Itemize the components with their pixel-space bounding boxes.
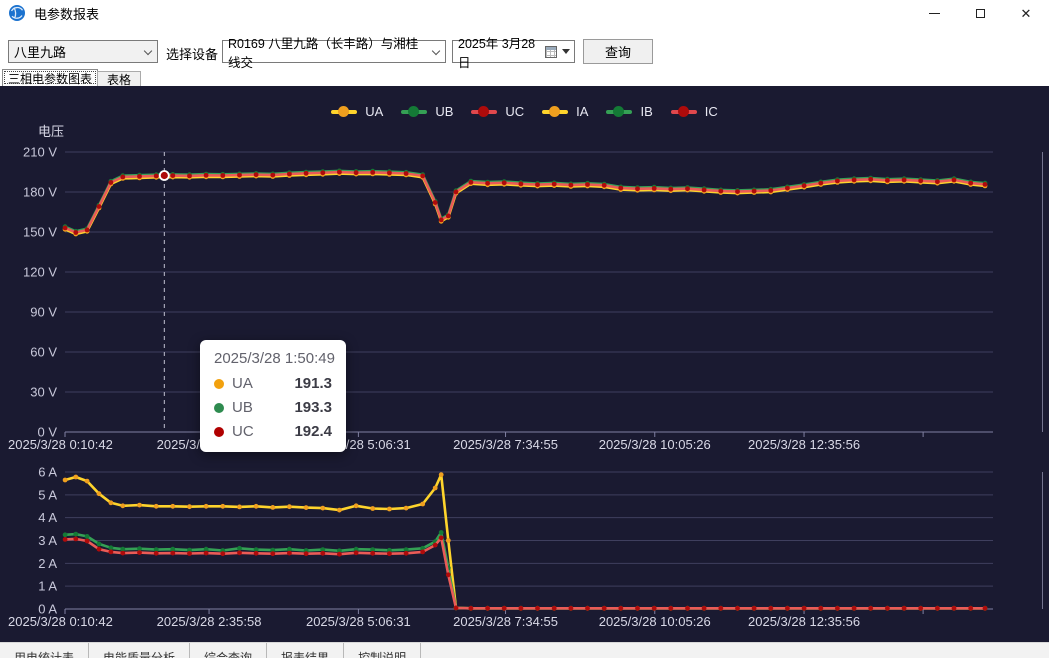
query-button[interactable]: 查询 xyxy=(583,39,653,64)
tooltip-series-name: UB xyxy=(232,399,253,416)
chart-panel: 210 V180 V150 V120 V90 V60 V30 V0 V2025/… xyxy=(0,86,1049,642)
calendar-icon xyxy=(545,46,557,58)
device-combobox[interactable]: R0169 八里九路（长丰路）与湘桂线交 xyxy=(222,40,446,63)
status-strip-item[interactable]: 综合查询 xyxy=(190,643,267,658)
svg-text:90 V: 90 V xyxy=(30,305,57,320)
legend-marker-icon xyxy=(542,110,568,114)
legend-label: UA xyxy=(365,104,383,119)
legend-dot-icon xyxy=(338,106,349,117)
legend-item-UA[interactable]: UA xyxy=(331,104,383,119)
svg-text:120 V: 120 V xyxy=(23,265,57,280)
status-strip-item[interactable]: 报表结果 xyxy=(267,643,344,658)
tooltip-series-value: 193.3 xyxy=(294,399,332,416)
svg-text:2025/3/28 10:05:26: 2025/3/28 10:05:26 xyxy=(599,437,711,452)
svg-text:150 V: 150 V xyxy=(23,225,57,240)
area-combobox[interactable]: 八里九路 xyxy=(8,40,158,63)
title-bar: 电参数报表 ✕ xyxy=(0,0,1049,26)
tab-table[interactable]: 表格 xyxy=(97,71,141,86)
svg-text:60 V: 60 V xyxy=(30,345,57,360)
status-strip-item[interactable]: 电能质量分析 xyxy=(89,643,190,658)
legend-dot-icon xyxy=(408,106,419,117)
device-combobox-value: R0169 八里九路（长丰路）与湘桂线交 xyxy=(228,33,425,71)
tooltip-series-value: 192.4 xyxy=(294,423,332,440)
tooltip-timestamp: 2025/3/28 1:50:49 xyxy=(214,350,332,367)
svg-text:2025/3/28 7:34:55: 2025/3/28 7:34:55 xyxy=(453,437,558,452)
app-window: 电参数报表 ✕ 八里九路 选择设备 R0169 八里九路（长丰路）与湘桂线交 2… xyxy=(0,0,1049,658)
legend-label: IC xyxy=(705,104,718,119)
tooltip-series-name: UA xyxy=(232,375,253,392)
close-button[interactable]: ✕ xyxy=(1003,0,1049,26)
legend-label: IA xyxy=(576,104,588,119)
series-dot-icon xyxy=(214,403,224,413)
maximize-button[interactable] xyxy=(957,0,1003,26)
area-combobox-value: 八里九路 xyxy=(14,42,66,61)
legend-item-UB[interactable]: UB xyxy=(401,104,453,119)
tooltip-row: UA 191.3 xyxy=(214,375,332,392)
minimize-button[interactable] xyxy=(911,0,957,26)
svg-text:2025/3/28 12:35:56: 2025/3/28 12:35:56 xyxy=(748,614,860,629)
status-strip-item[interactable]: 用电统计表 xyxy=(0,643,89,658)
svg-text:3 A: 3 A xyxy=(38,533,57,548)
toolbar: 八里九路 选择设备 R0169 八里九路（长丰路）与湘桂线交 2025年 3月2… xyxy=(0,26,1049,70)
legend-item-IC[interactable]: IC xyxy=(671,104,718,119)
legend-marker-icon xyxy=(671,110,697,114)
tab-three-phase-chart[interactable]: 三相电参数图表 xyxy=(2,69,98,86)
status-strip-item[interactable]: 控制说明 xyxy=(344,643,421,658)
legend-dot-icon xyxy=(678,106,689,117)
svg-text:1 A: 1 A xyxy=(38,579,57,594)
svg-text:2025/3/28 5:06:31: 2025/3/28 5:06:31 xyxy=(306,614,411,629)
date-picker[interactable]: 2025年 3月28日 xyxy=(452,40,575,63)
svg-text:5 A: 5 A xyxy=(38,487,57,502)
svg-text:30 V: 30 V xyxy=(30,385,57,400)
device-label: 选择设备 xyxy=(166,44,218,63)
svg-text:210 V: 210 V xyxy=(23,145,57,160)
svg-text:180 V: 180 V xyxy=(23,185,57,200)
chart-legend: UA UB UC IA IB IC xyxy=(0,104,1049,119)
svg-text:2 A: 2 A xyxy=(38,556,57,571)
svg-text:6 A: 6 A xyxy=(38,465,57,480)
series-dot-icon xyxy=(214,427,224,437)
app-logo-icon xyxy=(8,4,26,22)
svg-text:2025/3/28 12:35:56: 2025/3/28 12:35:56 xyxy=(748,437,860,452)
chart-tooltip: 2025/3/28 1:50:49 UA 191.3 UB 193.3 UC 192.4 xyxy=(200,340,346,452)
legend-item-IB[interactable]: IB xyxy=(606,104,652,119)
tooltip-series-value: 191.3 xyxy=(294,375,332,392)
legend-item-UC[interactable]: UC xyxy=(471,104,524,119)
legend-dot-icon xyxy=(549,106,560,117)
svg-text:4 A: 4 A xyxy=(38,510,57,525)
legend-dot-icon xyxy=(478,106,489,117)
legend-label: UC xyxy=(505,104,524,119)
status-strip: 用电统计表电能质量分析综合查询报表结果控制说明 xyxy=(0,642,1049,658)
legend-marker-icon xyxy=(331,110,357,114)
svg-text:2025/3/28 0:10:42: 2025/3/28 0:10:42 xyxy=(8,437,113,452)
legend-label: IB xyxy=(640,104,652,119)
date-picker-value: 2025年 3月28日 xyxy=(458,33,538,71)
minimize-icon xyxy=(929,13,940,14)
svg-text:2025/3/28 7:34:55: 2025/3/28 7:34:55 xyxy=(453,614,558,629)
tab-strip: 三相电参数图表 表格 xyxy=(0,70,1049,86)
tooltip-series-name: UC xyxy=(232,423,254,440)
chevron-down-icon xyxy=(432,47,440,55)
svg-text:2025/3/28 2:35:58: 2025/3/28 2:35:58 xyxy=(157,614,262,629)
tooltip-row: UB 193.3 xyxy=(214,399,332,416)
legend-marker-icon xyxy=(471,110,497,114)
tooltip-row: UC 192.4 xyxy=(214,423,332,440)
legend-label: UB xyxy=(435,104,453,119)
svg-text:2025/3/28 10:05:26: 2025/3/28 10:05:26 xyxy=(599,614,711,629)
svg-text:电压: 电压 xyxy=(38,124,64,139)
svg-text:2025/3/28 0:10:42: 2025/3/28 0:10:42 xyxy=(8,614,113,629)
close-icon: ✕ xyxy=(1021,7,1032,20)
chart-canvas[interactable]: 210 V180 V150 V120 V90 V60 V30 V0 V2025/… xyxy=(0,86,1049,642)
legend-marker-icon xyxy=(401,110,427,114)
legend-dot-icon xyxy=(613,106,624,117)
legend-item-IA[interactable]: IA xyxy=(542,104,588,119)
chevron-down-icon xyxy=(144,47,152,55)
window-title: 电参数报表 xyxy=(34,4,99,23)
maximize-icon xyxy=(976,9,985,18)
legend-marker-icon xyxy=(606,110,632,114)
series-dot-icon xyxy=(214,379,224,389)
dropdown-arrow-icon xyxy=(562,49,570,54)
